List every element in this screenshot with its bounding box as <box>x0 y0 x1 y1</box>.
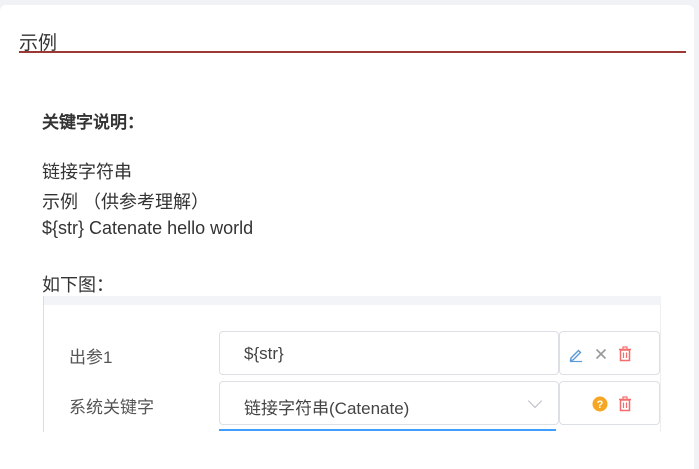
chevron-down-icon[interactable] <box>527 393 543 409</box>
trash-icon[interactable] <box>616 395 634 413</box>
system-keyword-select[interactable]: 链接字符串(Catenate) <box>219 381 559 425</box>
row-actions <box>559 331 660 375</box>
system-keyword-value: 链接字符串(Catenate) <box>244 399 410 418</box>
help-icon[interactable]: ? <box>591 395 609 413</box>
keyword-description-heading: 关键字说明： <box>42 113 144 132</box>
trash-icon[interactable] <box>616 345 634 363</box>
example-line: ${str} Catenate hello world <box>42 218 254 238</box>
screenshot-border <box>660 305 661 432</box>
description-line: 示例 （供参考理解） <box>42 192 210 212</box>
close-icon[interactable] <box>592 345 610 363</box>
row-actions: ? <box>559 381 660 425</box>
system-keyword-label: 系统关键字 <box>69 398 154 417</box>
figure-label: 如下图： <box>42 275 114 295</box>
description-line: 链接字符串 <box>42 162 132 182</box>
screenshot-header-strip <box>43 296 661 305</box>
svg-text:?: ? <box>597 399 604 411</box>
output-param-value: ${str} <box>244 344 284 363</box>
edit-icon[interactable] <box>567 345 585 363</box>
title-divider <box>19 51 686 53</box>
select-focus-underline <box>219 429 556 431</box>
embedded-screenshot: 出参1 ${str} 系统关键字 链接字符串(Catenate) ? <box>43 296 661 432</box>
screenshot-border <box>43 296 44 432</box>
output-param-input[interactable]: ${str} <box>219 331 559 375</box>
output-param-label: 出参1 <box>69 348 113 367</box>
